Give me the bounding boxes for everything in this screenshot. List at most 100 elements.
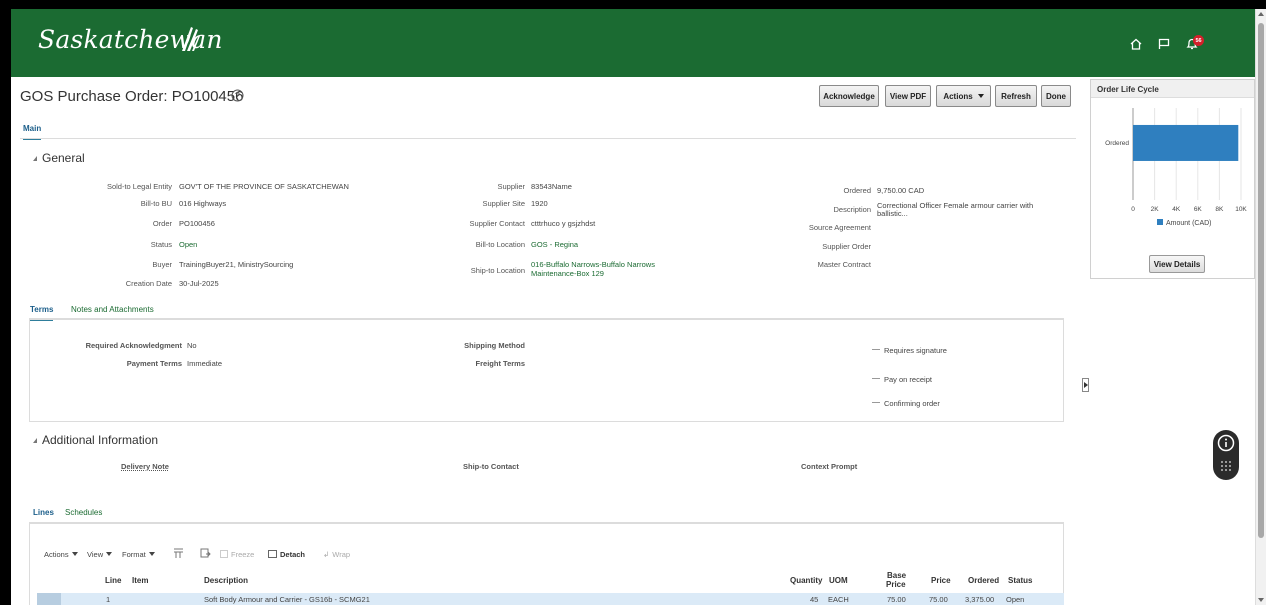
order-life-cycle-panel: Order Life Cycle 0 2K 4K 6K 8K 10K Ordered Amou… <box>1090 79 1255 279</box>
flag-label: Confirming order <box>884 399 940 408</box>
lines-view-menu[interactable]: View <box>87 550 113 559</box>
scroll-up-icon[interactable] <box>1258 12 1264 16</box>
cell-price: 75.00 <box>929 595 948 604</box>
columns-icon[interactable] <box>173 548 184 559</box>
field-value: 9,750.00 CAD <box>877 186 925 195</box>
scrollbar-thumb[interactable] <box>1258 23 1264 538</box>
required-ack-label: Required Acknowledgment <box>85 341 182 350</box>
field-label: Supplier Site <box>482 199 525 208</box>
field-value: 016 Highways <box>179 199 227 208</box>
wrap-button[interactable]: ↲ Wrap <box>323 550 350 559</box>
lines-format-menu[interactable]: Format <box>122 550 155 559</box>
done-button[interactable]: Done <box>1041 85 1071 107</box>
floating-help-widget[interactable] <box>1213 430 1239 480</box>
page-title: GOS Purchase Order: PO100456 <box>20 88 244 105</box>
general-heading: General <box>42 151 85 165</box>
view-pdf-button[interactable]: View PDF <box>885 85 931 107</box>
acknowledge-button[interactable]: Acknowledge <box>819 85 879 107</box>
cell-line: 1 <box>106 595 111 604</box>
additional-info-section-header[interactable]: Additional Information <box>33 433 158 447</box>
field-label: Supplier Contact <box>469 219 525 228</box>
col-header-status[interactable]: Status <box>1008 576 1032 585</box>
export-icon[interactable] <box>200 548 211 559</box>
field-label: Supplier Order <box>822 242 871 251</box>
col-header-quantity[interactable]: Quantity <box>790 576 822 585</box>
field-value: 83543Name <box>531 182 572 191</box>
global-header: Saskatchewan 56 <box>11 9 1255 77</box>
col-header-line[interactable]: Line <box>105 576 121 585</box>
freeze-button[interactable]: Freeze <box>220 550 254 559</box>
wheat-logo-icon <box>182 27 200 51</box>
field-label: Buyer <box>152 260 172 269</box>
app-window: Saskatchewan 56 GOS Purchase Order: PO10… <box>11 9 1255 605</box>
chart-tick-label: 4K <box>1172 206 1181 213</box>
cell-uom: EACH <box>828 595 849 604</box>
status-value: Open <box>179 240 198 249</box>
chart-tick-label: 8K <box>1215 206 1224 213</box>
field-value: PO100456 <box>179 219 215 228</box>
scroll-down-icon[interactable] <box>1258 598 1264 602</box>
chart-category-label: Ordered <box>1105 140 1129 147</box>
chevron-down-icon <box>977 94 984 98</box>
home-icon[interactable] <box>1129 37 1143 51</box>
help-icon[interactable] <box>231 89 244 102</box>
flag-icon[interactable] <box>1157 37 1171 51</box>
grid-menu-icon[interactable] <box>1220 460 1232 472</box>
col-header-item[interactable]: Item <box>132 576 148 585</box>
field-label: Order <box>152 219 172 228</box>
actions-menu-button[interactable]: Actions <box>936 85 991 107</box>
col-header-ordered[interactable]: Ordered <box>968 576 999 585</box>
tab-schedules[interactable]: Schedules <box>65 508 102 517</box>
pay-on-receipt-checkbox[interactable]: Pay on receipt <box>872 375 932 384</box>
detach-button[interactable]: Detach <box>268 550 305 559</box>
lines-actions-menu[interactable]: Actions <box>44 550 78 559</box>
info-icon[interactable] <box>1217 434 1235 452</box>
col-header-price[interactable]: Price <box>931 576 951 585</box>
col-header-description[interactable]: Description <box>204 576 248 585</box>
notification-badge: 56 <box>1193 35 1204 46</box>
collapse-triangle-icon <box>33 438 37 443</box>
chevron-down-icon <box>148 552 155 556</box>
col-header-base-price-2[interactable]: Price <box>886 580 906 589</box>
notification-count: 56 <box>1195 37 1202 44</box>
delivery-note-label[interactable]: Delivery Note <box>121 462 169 471</box>
ship-to-location-link-line2[interactable]: Maintenance-Box 129 <box>531 269 604 278</box>
vertical-scrollbar[interactable] <box>1255 9 1266 605</box>
payment-terms-label: Payment Terms <box>126 359 182 368</box>
shipping-method-label: Shipping Method <box>464 341 525 350</box>
unchecked-dash-icon <box>872 378 880 379</box>
tab-notes-attachments[interactable]: Notes and Attachments <box>71 305 154 314</box>
field-value: GOV'T OF THE PROVINCE OF SASKATCHEWAN <box>179 182 349 191</box>
confirming-order-checkbox[interactable]: Confirming order <box>872 399 940 408</box>
chevron-down-icon <box>71 552 78 556</box>
chart-tick-label: 10K <box>1235 206 1247 213</box>
bill-to-location-link[interactable]: GOS - Regina <box>531 240 578 249</box>
freeze-label: Freeze <box>231 550 255 559</box>
actions-label: Actions <box>943 91 973 101</box>
field-label: Supplier <box>497 182 525 191</box>
refresh-button[interactable]: Refresh <box>995 85 1037 107</box>
col-header-uom[interactable]: UOM <box>829 576 848 585</box>
cell-base-price: 75.00 <box>887 595 906 604</box>
chart-bar <box>1133 124 1239 161</box>
freight-terms-label: Freight Terms <box>475 359 525 368</box>
table-row[interactable] <box>37 593 1064 605</box>
expand-arrow-icon <box>1084 382 1088 388</box>
collapse-triangle-icon <box>33 156 37 161</box>
view-details-button[interactable]: View Details <box>1149 255 1205 273</box>
ship-to-location-link[interactable]: 016-Buffalo Narrows-Buffalo Narrows <box>531 260 655 269</box>
flag-label: Pay on receipt <box>884 375 932 384</box>
chart-tick-label: 0 <box>1131 206 1135 213</box>
view-details-label: View Details <box>1153 259 1201 269</box>
unchecked-dash-icon <box>872 402 880 403</box>
col-header-base-price[interactable]: Base <box>887 571 906 580</box>
order-life-cycle-heading: Order Life Cycle <box>1091 80 1254 98</box>
format-menu-label: Format <box>122 550 146 559</box>
field-value: 30-Jul-2025 <box>179 279 219 288</box>
pane-collapse-handle[interactable] <box>1082 378 1089 392</box>
general-section-header[interactable]: General <box>33 151 85 165</box>
detach-icon <box>268 550 277 558</box>
requires-signature-checkbox[interactable]: Requires signature <box>872 346 947 355</box>
row-selector[interactable] <box>37 593 61 605</box>
required-ack-value: No <box>187 341 197 350</box>
